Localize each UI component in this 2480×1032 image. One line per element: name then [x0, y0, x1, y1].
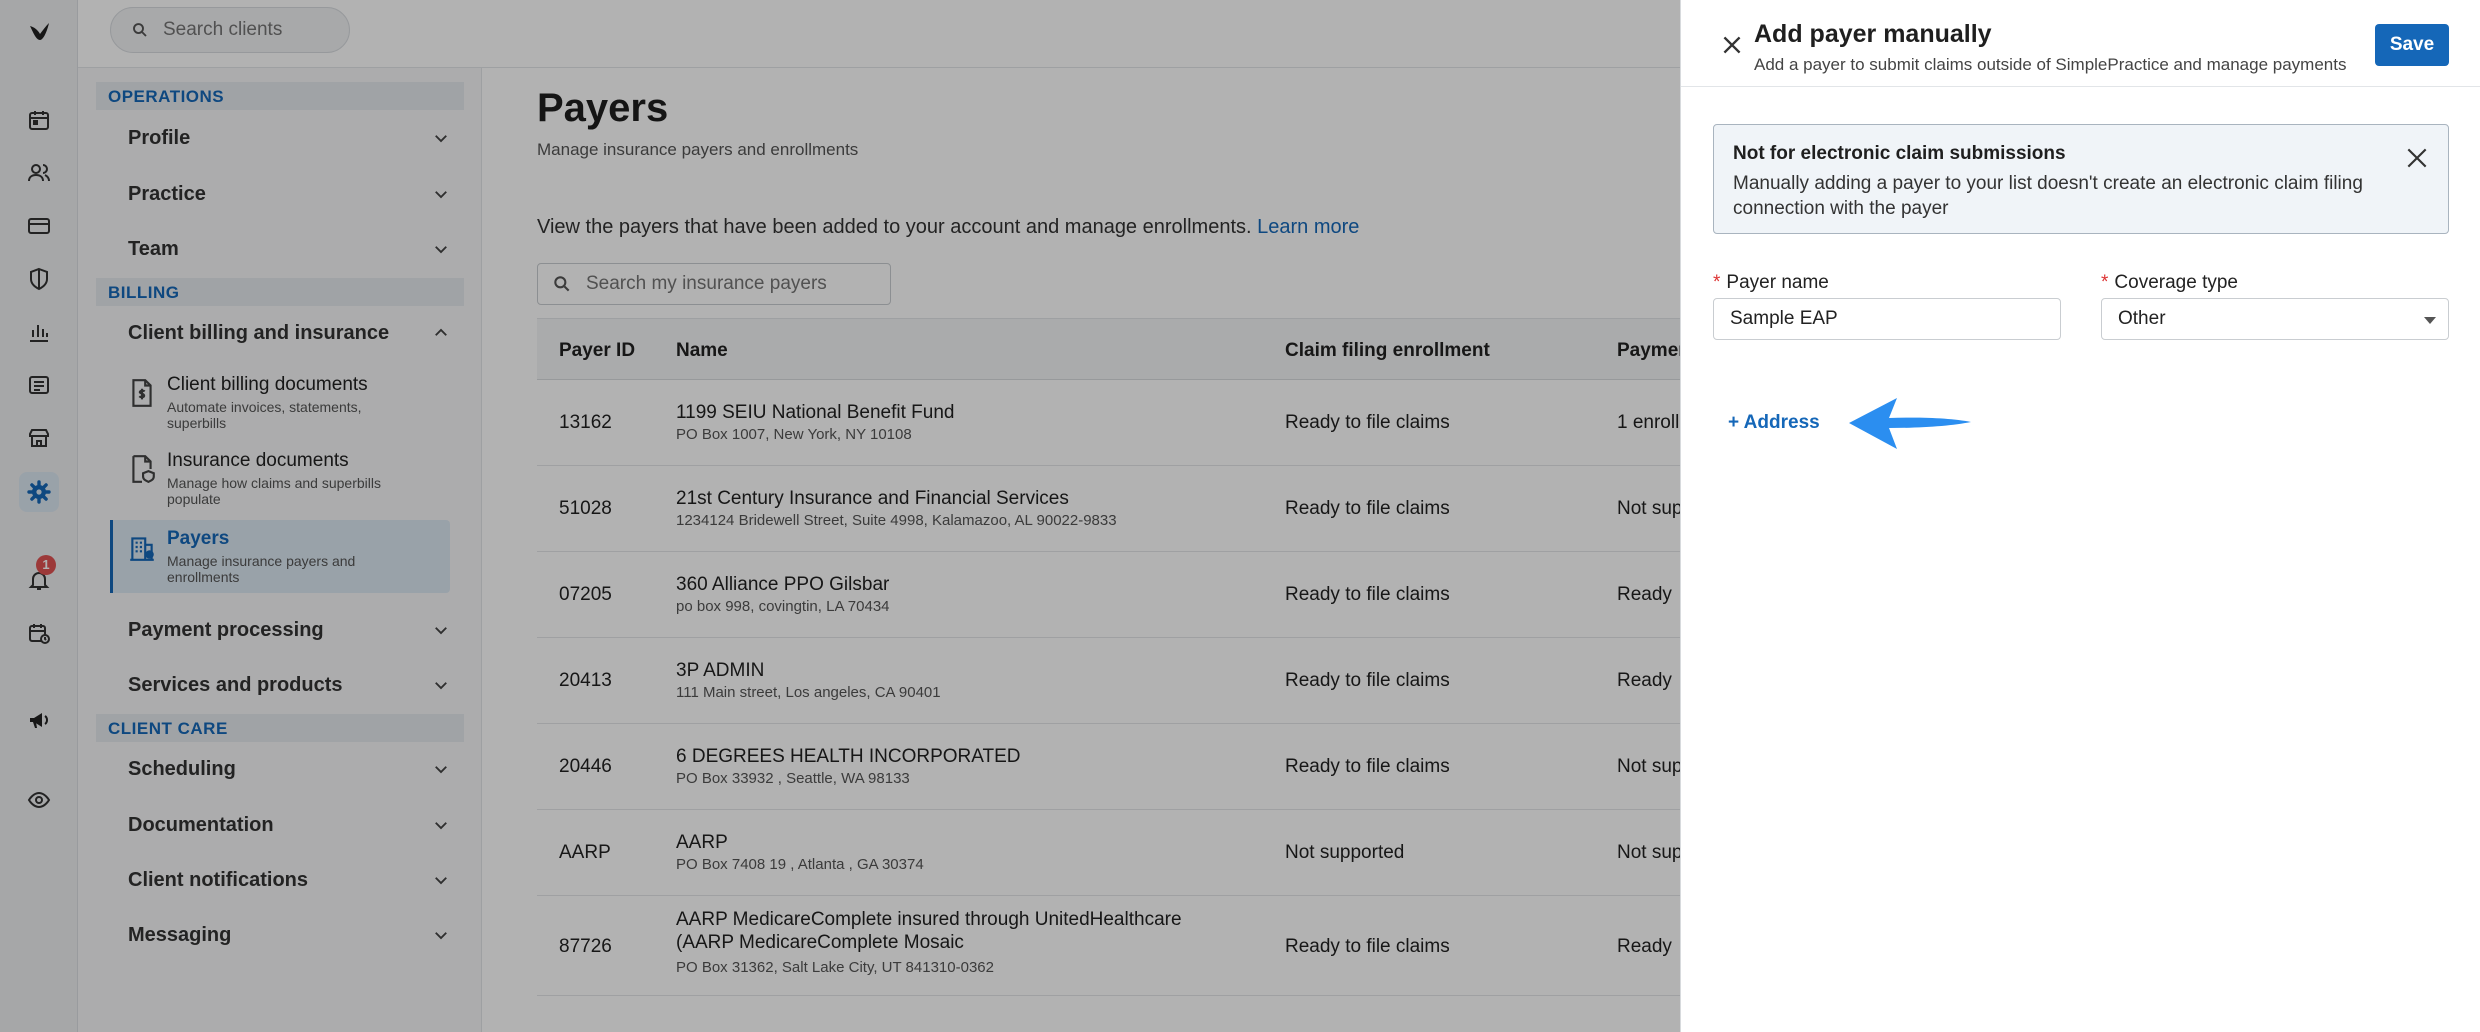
add-address-button[interactable]: + Address — [1728, 412, 1820, 434]
drawer-title: Add payer manually — [1754, 20, 1992, 48]
notice-body: Manually adding a payer to your list doe… — [1733, 173, 2363, 219]
pointer-arrow-icon — [1849, 398, 1971, 449]
required-asterisk: * — [1713, 272, 1721, 293]
required-asterisk: * — [2101, 272, 2109, 293]
drawer-subtitle: Add a payer to submit claims outside of … — [1754, 55, 2347, 74]
save-button[interactable]: Save — [2375, 24, 2449, 66]
notice-title: Not for electronic claim submissions — [1733, 143, 2066, 164]
add-payer-drawer: Add payer manually Add a payer to submit… — [1680, 0, 2480, 1032]
header-divider — [1681, 86, 2480, 87]
dropdown-caret-icon — [2424, 317, 2436, 324]
payer-name-input[interactable] — [1713, 298, 2061, 340]
label-text: Coverage type — [2114, 272, 2238, 293]
modal-backdrop[interactable] — [0, 0, 1680, 1032]
electronic-claims-notice: Not for electronic claim submissions Man… — [1713, 124, 2449, 234]
close-icon[interactable] — [2404, 145, 2430, 171]
coverage-type-select[interactable]: Other — [2101, 298, 2449, 340]
close-icon[interactable] — [1719, 32, 1745, 58]
coverage-type-label: * Coverage type — [2101, 272, 2238, 294]
coverage-type-value: Other — [2118, 308, 2166, 329]
payer-name-label: * Payer name — [1713, 272, 1829, 294]
label-text: Payer name — [1726, 272, 1829, 293]
